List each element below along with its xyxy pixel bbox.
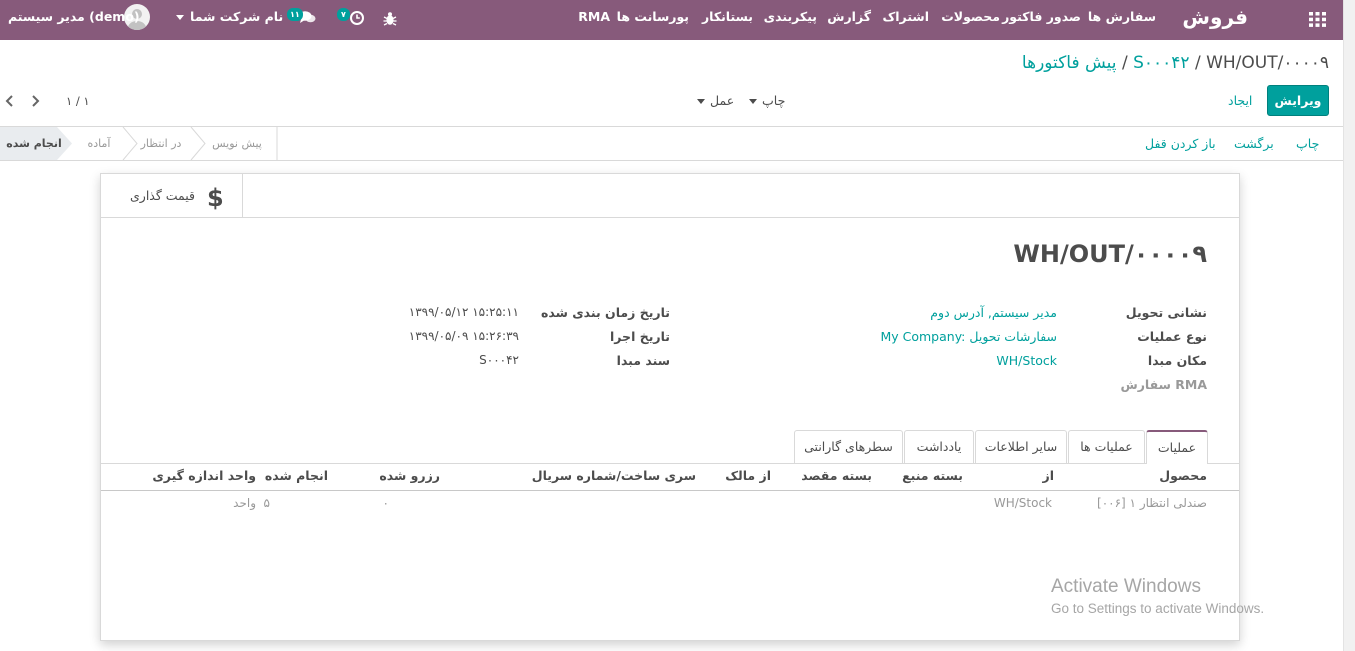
return-button[interactable]: برگشت — [1234, 136, 1274, 151]
print-dropdown[interactable]: چاپ — [749, 93, 785, 108]
pricing-smart-button[interactable]: $ قیمت گذاری — [101, 174, 243, 217]
column-header-from[interactable]: از — [1043, 468, 1054, 483]
menu-configuration[interactable]: پیکربندی — [764, 9, 817, 24]
delivery-address-value[interactable]: مدیر سیستم, آدرس دوم — [930, 305, 1057, 320]
app-title[interactable]: فروش — [1182, 5, 1248, 29]
row-product[interactable]: [۰۰۶] صندلی انتظار ۱ — [1097, 496, 1207, 510]
page-scrollbar[interactable] — [1343, 0, 1355, 651]
unlock-button[interactable]: باز کردن قفل — [1145, 136, 1216, 151]
chevron-down-icon — [176, 15, 184, 20]
column-header-lot-serial[interactable]: سری ساخت/شماره سریال — [532, 468, 696, 483]
column-header-destination-package[interactable]: بسته مقصد — [801, 468, 872, 483]
action-dropdown[interactable]: عمل — [697, 93, 734, 108]
rma-order-label: سفارش RMA — [1120, 377, 1207, 392]
menu-reporting[interactable]: گزارش — [827, 9, 871, 24]
menu-invoicing[interactable]: صدور فاکتور — [1002, 9, 1081, 24]
button-box-border — [101, 217, 1239, 218]
stage-waiting: در انتظار — [140, 137, 182, 150]
messages-count-badge: ۱۱ — [287, 8, 303, 21]
tabs-bottom-border — [101, 463, 1239, 464]
company-switcher[interactable]: نام شرکت شما — [176, 9, 283, 24]
user-menu[interactable]: مدیر سیستم (demo) — [8, 9, 140, 24]
stage-done: انجام شده — [6, 137, 62, 150]
tab-operations[interactable]: عملیات — [1146, 430, 1208, 464]
effective-date-label: تاریخ اجرا — [610, 329, 670, 344]
menu-sales-orders[interactable]: سفارش ها — [1088, 9, 1156, 24]
row-done: ۵ — [263, 496, 270, 510]
debug-bug-icon[interactable] — [383, 11, 397, 26]
menu-products[interactable]: محصولات — [941, 9, 1000, 24]
delivery-address-label: نشانی تحویل — [1125, 305, 1207, 320]
tab-additional-info[interactable]: سایر اطلاعات — [975, 430, 1067, 463]
row-reserved: ۰ — [382, 496, 389, 510]
column-header-reserved[interactable]: رزرو شده — [379, 468, 440, 483]
chevron-down-icon — [697, 99, 705, 104]
column-header-owner[interactable]: از مالک — [725, 468, 771, 483]
tab-warranty-lines[interactable]: سطرهای گارانتی — [794, 430, 903, 463]
print-button[interactable]: چاپ — [1296, 136, 1319, 151]
stage-draft: پیش نویس — [212, 137, 262, 150]
create-button[interactable]: ایجاد — [1228, 93, 1252, 108]
source-document-label: سند مبدا — [616, 353, 670, 368]
row-from: WH/Stock — [993, 496, 1052, 510]
menu-creditor[interactable]: بستانکار — [702, 9, 753, 24]
operation-type-label: نوع عملیات — [1137, 329, 1207, 344]
pricing-label: قیمت گذاری — [130, 188, 196, 203]
table-header-border — [101, 490, 1239, 491]
pager-value[interactable]: ۱ / ۱ — [66, 94, 90, 108]
menu-subscription[interactable]: اشتراک — [882, 9, 929, 24]
column-header-product[interactable]: محصول — [1159, 468, 1207, 483]
tab-detailed-operations[interactable]: عملیات ها — [1068, 430, 1145, 463]
effective-date-value: ۱۳۹۹/۰۵/۰۹ ۱۵:۲۶:۳۹ — [408, 329, 519, 343]
top-navbar: فروش سفارش ها صدور فاکتور محصولات اشتراک… — [0, 0, 1343, 40]
column-header-source-package[interactable]: بسته منبع — [902, 468, 963, 483]
print-dropdown-label: چاپ — [762, 93, 786, 108]
source-location-value[interactable]: WH/Stock — [996, 353, 1057, 368]
breadcrumb: پیش فاکتورها / S۰۰۰۴۲ / WH/OUT/۰۰۰۰۹ — [1022, 53, 1329, 73]
column-header-uom[interactable]: واحد اندازه گیری — [152, 468, 256, 483]
edit-button[interactable]: ویرایش — [1267, 85, 1329, 116]
stage-ready: آماده — [87, 137, 111, 150]
activate-windows-title: Activate Windows — [1051, 576, 1201, 597]
tab-note[interactable]: یادداشت — [904, 430, 974, 463]
apps-grid-icon[interactable] — [1309, 12, 1326, 27]
chevron-down-icon — [749, 99, 757, 104]
breadcrumb-current: WH/OUT/۰۰۰۰۹ — [1206, 53, 1329, 73]
breadcrumb-quotations[interactable]: پیش فاکتورها — [1022, 53, 1117, 73]
breadcrumb-separator: / — [1194, 53, 1201, 73]
breadcrumb-order[interactable]: S۰۰۰۴۲ — [1133, 53, 1189, 73]
menu-rma[interactable]: RMA — [578, 9, 610, 24]
pager-previous-icon[interactable] — [5, 95, 14, 110]
company-name: نام شرکت شما — [190, 9, 284, 24]
menu-commissions[interactable]: پورسانت ها — [617, 9, 689, 24]
scheduled-date-value: ۱۳۹۹/۰۵/۱۲ ۱۵:۲۵:۱۱ — [408, 305, 519, 319]
activities-count-badge: ۷ — [337, 8, 350, 21]
breadcrumb-separator: / — [1121, 53, 1128, 73]
source-document-value: S۰۰۰۴۲ — [479, 353, 519, 367]
scheduled-date-label: تاریخ زمان بندی شده — [540, 305, 670, 320]
pager-next-icon[interactable] — [31, 95, 40, 110]
source-location-label: مکان مبدا — [1147, 353, 1207, 368]
row-uom: واحد — [233, 496, 256, 510]
activity-clock-icon[interactable] — [349, 10, 365, 26]
column-header-done[interactable]: انجام شده — [265, 468, 328, 483]
action-dropdown-label: عمل — [710, 93, 735, 108]
dollar-icon: $ — [207, 184, 224, 212]
activate-windows-subtitle: Go to Settings to activate Windows. — [1051, 601, 1265, 616]
record-title: WH/OUT/۰۰۰۰۹ — [1013, 240, 1207, 268]
operation-type-value[interactable]: My Company: سفارشات تحویل — [880, 329, 1057, 344]
